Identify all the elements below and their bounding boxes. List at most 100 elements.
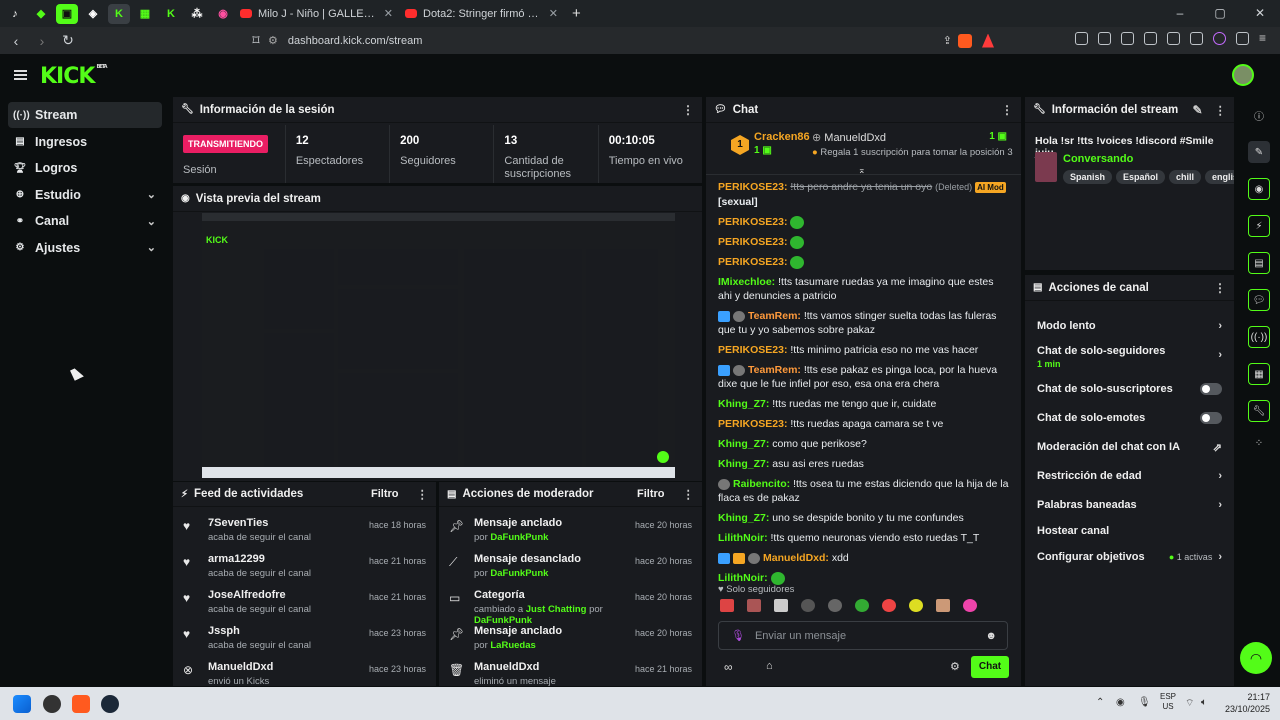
extension-icon[interactable] bbox=[1236, 32, 1249, 45]
mod-item[interactable]: ▭ Categoría cambiado a Just Chatting por D… bbox=[439, 584, 702, 626]
toggle-subs-only[interactable] bbox=[1200, 383, 1222, 395]
chat-username[interactable]: PERIKOSE23: bbox=[718, 216, 787, 228]
tiktok-pinned-tab[interactable]: ♪ bbox=[4, 4, 26, 24]
chat-username[interactable]: PERIKOSE23: bbox=[718, 181, 787, 193]
tag[interactable]: chill bbox=[1169, 170, 1202, 184]
sidebar-item-stream[interactable]: ((·)) Stream bbox=[8, 102, 162, 128]
mod-item[interactable]: 🗑︎ ManueldDxd eliminó un mensaje hace 21 ho… bbox=[439, 656, 702, 686]
gift-prompt[interactable]: ● Regala 1 suscripción para tomar la pos… bbox=[812, 147, 1013, 158]
filter-button[interactable]: Filtro bbox=[371, 488, 399, 500]
chevron-up-icon[interactable]: ⌃ bbox=[1096, 697, 1104, 708]
menu-icon[interactable]: ≡ bbox=[1259, 32, 1272, 45]
chat-username[interactable]: PERIKOSE23: bbox=[718, 256, 787, 268]
chat-username[interactable]: Raibencito: bbox=[733, 478, 790, 490]
action-slow-mode[interactable]: Modo lento › bbox=[1025, 317, 1234, 335]
chat-message[interactable]: PERIKOSE23: !tts ruedas apaga camara se … bbox=[706, 417, 1021, 431]
chat-message[interactable]: Raibencito: !tts osea tu me estas dicien… bbox=[706, 477, 1021, 505]
app-icon[interactable] bbox=[43, 695, 61, 713]
filter-button[interactable]: Filtro bbox=[637, 488, 665, 500]
emote-icon[interactable] bbox=[801, 599, 815, 612]
chat-username[interactable]: PERIKOSE23: bbox=[718, 418, 787, 430]
chat-message[interactable]: Khing_Z7: uno se despide bonito y tu me … bbox=[706, 511, 1021, 525]
kick-pinned-tab[interactable]: K bbox=[108, 3, 130, 24]
send-chat-button[interactable]: Chat bbox=[971, 656, 1009, 678]
top-gifter-name[interactable]: Cracken86 bbox=[754, 131, 810, 143]
clock[interactable]: 21:17 23/10/2025 bbox=[1224, 691, 1270, 715]
feed-item[interactable]: ⊗ ManueldDxd envió un Kicks hace 23 horas bbox=[173, 656, 436, 686]
chat-message[interactable]: PERIKOSE23: !tts pero andre ya tenia un … bbox=[706, 180, 1021, 209]
extension-icon[interactable] bbox=[1213, 32, 1226, 45]
add-widget-icon[interactable]: ⁘ bbox=[1248, 432, 1270, 454]
edit-icon[interactable]: ✎ bbox=[1248, 141, 1270, 163]
maximize-button[interactable]: ▢ bbox=[1200, 0, 1240, 27]
pinned-tab-icon[interactable]: ▣ bbox=[56, 3, 78, 24]
chat-message[interactable]: PERIKOSE23: bbox=[706, 235, 1021, 249]
chat-message[interactable]: Khing_Z7: !tts ruedas me tengo que ir, c… bbox=[706, 397, 1021, 411]
points-icon[interactable]: ∞ bbox=[724, 660, 733, 674]
extension-icon[interactable] bbox=[1098, 32, 1111, 45]
store-icon[interactable]: ⌂ bbox=[766, 660, 773, 672]
kick-pinned-tab[interactable]: K bbox=[160, 4, 182, 24]
mod-user[interactable]: DaFunkPunk bbox=[490, 568, 548, 579]
info-icon[interactable]: ⓘ bbox=[1248, 104, 1270, 126]
chat-message[interactable]: IMixechloe: !tts tasumare ruedas ya me i… bbox=[706, 275, 1021, 303]
chat-message[interactable]: Khing_Z7: como que perikose? bbox=[706, 437, 1021, 451]
pinned-tab-icon[interactable]: ⁂ bbox=[186, 4, 208, 24]
chat-username[interactable]: PERIKOSE23: bbox=[718, 344, 787, 356]
chat-message[interactable]: LilithNoir: bbox=[706, 571, 1021, 585]
lightning-icon[interactable]: ⚡︎ bbox=[1248, 215, 1270, 237]
action-emotes-only[interactable]: Chat de solo-emotes bbox=[1025, 409, 1234, 427]
network-icon[interactable]: ◉ bbox=[1116, 697, 1125, 708]
chat-username[interactable]: Khing_Z7: bbox=[718, 438, 769, 450]
chat-username[interactable]: Khing_Z7: bbox=[718, 458, 769, 470]
action-ai-moderation[interactable]: Moderación del chat con IA ⇗ bbox=[1025, 438, 1234, 456]
pinned-tab-icon[interactable]: ▦ bbox=[134, 4, 156, 24]
close-window-button[interactable]: ✕ bbox=[1240, 0, 1280, 27]
eye-icon[interactable]: ◉ bbox=[1248, 178, 1270, 200]
emote-icon[interactable] bbox=[720, 599, 734, 612]
broadcast-icon[interactable]: ((·)) bbox=[1248, 326, 1270, 348]
mod-item[interactable]: 📌︎ Mensaje anclado por DaFunkPunk hace 20 h… bbox=[439, 512, 702, 548]
emote-icon[interactable] bbox=[963, 599, 977, 612]
browser-tab[interactable]: Milo J - Niño | GALLERY SESSION - Yo ✕ bbox=[234, 3, 399, 25]
wifi-icon[interactable]: ⌔ bbox=[1185, 697, 1194, 710]
sidebar-item-ajustes[interactable]: ⚙ Ajustes ⌄ bbox=[8, 235, 162, 261]
actions-icon[interactable]: ▦ bbox=[1248, 363, 1270, 385]
tag[interactable]: Español bbox=[1116, 170, 1166, 184]
feed-item[interactable]: ♥ 7SevenTies acaba de seguir el canal hace … bbox=[173, 512, 436, 548]
emote-icon[interactable] bbox=[882, 599, 896, 612]
back-icon[interactable]: ‹ bbox=[6, 33, 26, 49]
extension-icon[interactable] bbox=[1121, 32, 1134, 45]
site-info-icon[interactable]: ⚙ bbox=[268, 34, 278, 47]
share-icon[interactable]: ⇪ bbox=[943, 34, 952, 47]
close-icon[interactable]: ✕ bbox=[384, 7, 393, 20]
minimize-button[interactable]: – bbox=[1160, 0, 1200, 27]
action-followers-only[interactable]: Chat de solo-seguidores 1 min › bbox=[1025, 345, 1234, 371]
more-options-icon[interactable]: ⋮ bbox=[683, 487, 695, 501]
action-host-channel[interactable]: Hostear canal bbox=[1025, 522, 1234, 540]
mod-item[interactable]: 📌︎ Mensaje anclado por LaRuedas hace 20 hor… bbox=[439, 620, 702, 656]
browser-tab[interactable]: Dota2: Stringer firmó a la hija de ✕ bbox=[399, 3, 564, 25]
chat-message[interactable]: Khing_Z7: asu asi eres ruedas bbox=[706, 457, 1021, 471]
stream-preview-video[interactable]: KICK bbox=[202, 213, 675, 478]
more-options-icon[interactable]: ⋮ bbox=[1215, 103, 1227, 117]
chat-username[interactable]: TeamRem: bbox=[748, 364, 801, 376]
chat-message[interactable]: TeamRem: !tts vamos stinger suelta todas… bbox=[706, 309, 1021, 337]
second-gifter[interactable]: ⊕ ManueldDxd bbox=[812, 131, 886, 144]
more-options-icon[interactable]: ⋮ bbox=[682, 103, 694, 117]
emote-icon[interactable] bbox=[828, 599, 842, 612]
chat-message[interactable]: ManueldDxd: xdd bbox=[706, 551, 1021, 565]
kick-logo[interactable]: KICK BETA bbox=[40, 64, 108, 89]
chat-message[interactable]: PERIKOSE23: !tts minimo patricia eso no … bbox=[706, 343, 1021, 357]
extension-icon[interactable] bbox=[1144, 32, 1157, 45]
collapse-icon[interactable]: ⌅ bbox=[858, 165, 866, 176]
forward-icon[interactable]: › bbox=[32, 33, 52, 49]
feed-item[interactable]: ♥ JoseAlfredofre acaba de seguir el canal h… bbox=[173, 584, 436, 620]
volume-icon[interactable]: 🔈︎ bbox=[1201, 697, 1207, 708]
chat-message[interactable]: PERIKOSE23: bbox=[706, 255, 1021, 269]
chat-username[interactable]: Khing_Z7: bbox=[718, 398, 769, 410]
close-icon[interactable]: ✕ bbox=[549, 7, 558, 20]
tag[interactable]: Spanish bbox=[1063, 170, 1113, 184]
url-field[interactable]: ⚙ dashboard.kick.com/stream ⇪ bbox=[244, 30, 994, 51]
action-age-restriction[interactable]: Restricción de edad › bbox=[1025, 467, 1234, 485]
